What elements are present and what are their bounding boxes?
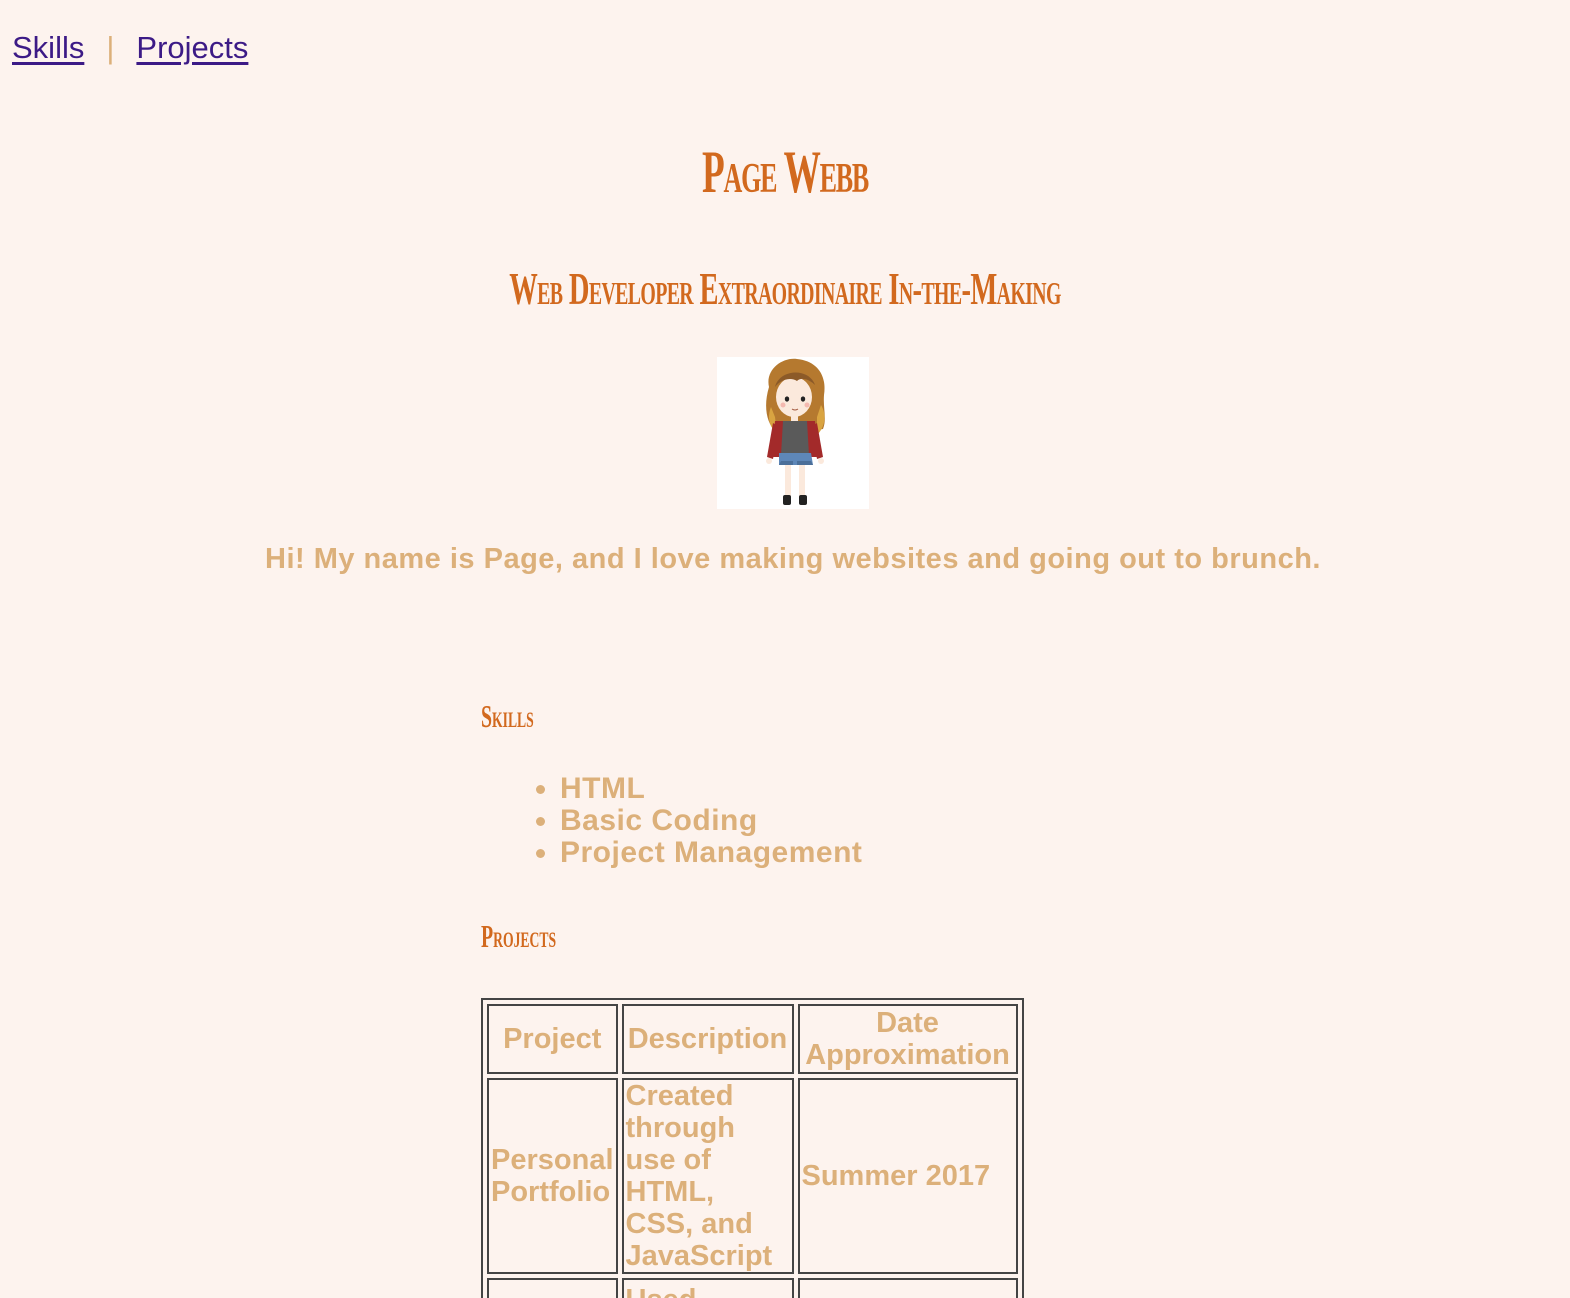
table-row: Personal Portfolio Created through use o… [487,1078,1018,1274]
nav-link-projects[interactable]: Projects [136,30,248,66]
skills-heading: Skills [481,698,534,734]
table-row: Used [487,1278,1018,1298]
skills-list: HTML Basic Coding Project Management [530,773,862,869]
skill-item: Basic Coding [560,805,862,837]
skill-item: Project Management [560,837,862,869]
page-title: Page Webb [702,139,869,205]
cell-project [487,1278,618,1298]
column-header-description: Description [621,1004,794,1074]
cell-date: Summer 2017 [797,1078,1018,1274]
avatar-image [717,357,869,509]
column-header-project: Project [487,1004,618,1074]
projects-heading: Projects [481,918,557,954]
nav-separator: | [106,30,115,65]
intro-text: Hi! My name is Page, and I love making w… [265,543,1321,575]
skill-item: HTML [560,773,862,805]
cell-description: Created through use of HTML, CSS, and Ja… [621,1078,794,1274]
column-header-date: Date Approximation [797,1004,1018,1074]
nav-link-skills[interactable]: Skills [12,30,84,66]
cell-description: Used [621,1278,794,1298]
table-header-row: Project Description Date Approximation [487,1004,1018,1074]
projects-table: Project Description Date Approximation P… [481,998,1024,1298]
cell-date [797,1278,1018,1298]
cell-project: Personal Portfolio [487,1078,618,1274]
top-nav: Skills | Projects [12,30,248,66]
page-subtitle: Web Developer Extraordinaire In-the-Maki… [509,263,1061,314]
cartoon-girl-illustration [766,358,825,505]
